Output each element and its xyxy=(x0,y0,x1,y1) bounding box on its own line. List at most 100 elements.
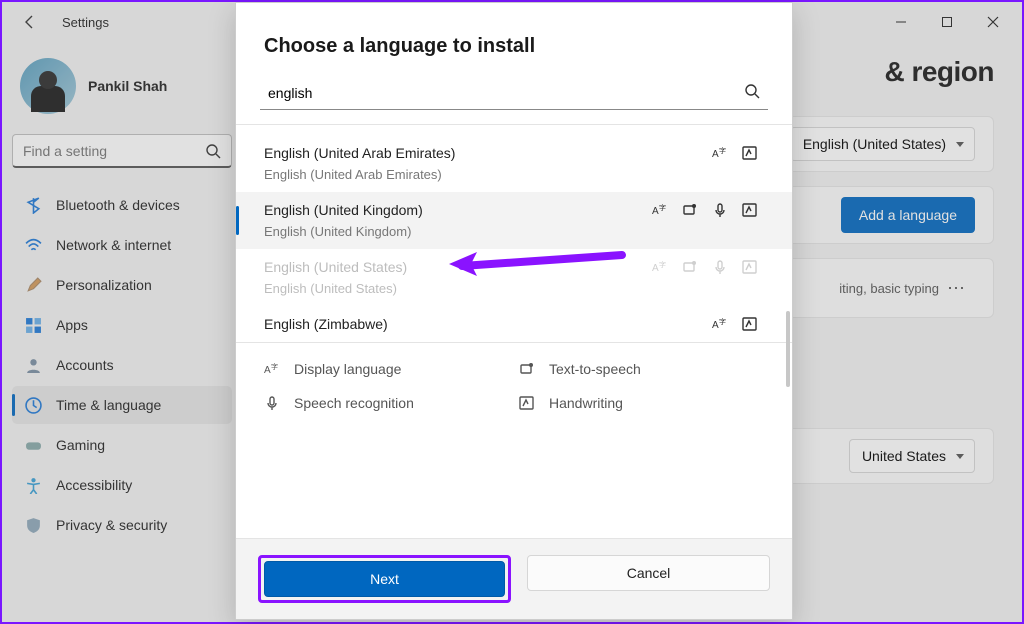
sidebar-item-label: Accounts xyxy=(56,357,114,373)
avatar xyxy=(20,58,76,114)
sidebar-item-bluetooth[interactable]: Bluetooth & devices xyxy=(12,186,232,224)
settings-search-input[interactable] xyxy=(23,143,205,159)
legend-label: Display language xyxy=(294,361,401,377)
language-name: English (United Kingdom) xyxy=(264,202,423,218)
svg-text:字: 字 xyxy=(659,260,666,269)
language-search[interactable] xyxy=(260,76,768,110)
svg-text:A: A xyxy=(652,206,659,217)
region-value: United States xyxy=(862,448,946,464)
text-to-speech-icon xyxy=(519,361,535,377)
svg-text:A: A xyxy=(712,149,719,160)
search-icon xyxy=(205,143,221,159)
search-icon xyxy=(744,83,760,102)
display-language-icon: A字 xyxy=(264,361,280,377)
language-pack-hint: iting, basic typing xyxy=(839,281,939,296)
svg-text:A: A xyxy=(264,365,271,376)
more-options-button[interactable]: ⋯ xyxy=(939,278,975,299)
sidebar-item-apps[interactable]: Apps xyxy=(12,306,232,344)
sidebar-item-gaming[interactable]: Gaming xyxy=(12,426,232,464)
display-language-dropdown[interactable]: English (United States) xyxy=(790,127,975,161)
language-search-input[interactable] xyxy=(268,85,744,101)
sidebar-item-network[interactable]: Network & internet xyxy=(12,226,232,264)
sidebar-item-label: Personalization xyxy=(56,277,152,293)
handwriting-icon xyxy=(742,202,758,218)
back-button[interactable] xyxy=(16,8,44,36)
handwriting-icon xyxy=(519,395,535,411)
svg-text:字: 字 xyxy=(719,317,726,326)
sidebar-item-privacy[interactable]: Privacy & security xyxy=(12,506,232,544)
speech-recognition-icon xyxy=(712,202,728,218)
paintbrush-icon xyxy=(24,276,42,294)
sidebar-item-label: Time & language xyxy=(56,397,161,413)
region-dropdown[interactable]: United States xyxy=(849,439,975,473)
display-language-value: English (United States) xyxy=(803,136,946,152)
legend-label: Handwriting xyxy=(549,395,623,411)
language-row[interactable]: English (Zimbabwe) A字 xyxy=(236,306,792,342)
language-row: English (United States) English (United … xyxy=(236,249,792,306)
text-to-speech-icon xyxy=(682,202,698,218)
display-language-icon: A字 xyxy=(712,145,728,161)
cancel-button[interactable]: Cancel xyxy=(527,555,770,591)
language-name: English (Zimbabwe) xyxy=(264,316,388,332)
gamepad-icon xyxy=(24,436,42,454)
language-list[interactable]: English (United Arab Emirates) English (… xyxy=(236,125,792,342)
handwriting-icon xyxy=(742,259,758,275)
svg-text:字: 字 xyxy=(271,362,278,371)
language-name: English (United States) xyxy=(264,259,407,275)
window-title: Settings xyxy=(62,15,109,30)
sidebar-item-label: Bluetooth & devices xyxy=(56,197,180,213)
sidebar-item-accessibility[interactable]: Accessibility xyxy=(12,466,232,504)
display-language-icon: A字 xyxy=(652,259,668,275)
sidebar-item-label: Network & internet xyxy=(56,237,171,253)
profile-name: Pankil Shah xyxy=(88,78,167,94)
legend-label: Text-to-speech xyxy=(549,361,641,377)
speech-recognition-icon xyxy=(712,259,728,275)
minimize-icon xyxy=(895,16,907,28)
language-native: English (United Arab Emirates) xyxy=(264,167,455,182)
person-icon xyxy=(24,356,42,374)
next-button-highlight: Next xyxy=(258,555,511,603)
next-button[interactable]: Next xyxy=(264,561,505,597)
sidebar-item-personalization[interactable]: Personalization xyxy=(12,266,232,304)
settings-search[interactable] xyxy=(12,134,232,168)
sidebar-item-label: Privacy & security xyxy=(56,517,167,533)
text-to-speech-icon xyxy=(682,259,698,275)
sidebar: Pankil Shah Bluetooth & devices Network … xyxy=(2,42,240,622)
display-language-icon: A字 xyxy=(652,202,668,218)
legend-label: Speech recognition xyxy=(294,395,414,411)
wifi-icon xyxy=(24,236,42,254)
sidebar-item-time-language[interactable]: Time & language xyxy=(12,386,232,424)
svg-text:字: 字 xyxy=(659,203,666,212)
bluetooth-icon xyxy=(24,196,42,214)
accessibility-icon xyxy=(24,476,42,494)
minimize-button[interactable] xyxy=(878,2,924,42)
sidebar-item-label: Accessibility xyxy=(56,477,132,493)
apps-icon xyxy=(24,316,42,334)
handwriting-icon xyxy=(742,145,758,161)
close-icon xyxy=(987,16,999,28)
arrow-left-icon xyxy=(22,14,38,30)
svg-text:字: 字 xyxy=(719,146,726,155)
dialog-footer: Next Cancel xyxy=(236,538,792,619)
feature-legend: A字 Display language Text-to-speech Speech… xyxy=(236,343,792,421)
add-language-button[interactable]: Add a language xyxy=(841,197,975,233)
shield-icon xyxy=(24,516,42,534)
language-native: English (United States) xyxy=(264,281,407,296)
dialog-title: Choose a language to install xyxy=(236,3,792,76)
speech-recognition-icon xyxy=(264,395,280,411)
close-button[interactable] xyxy=(970,2,1016,42)
language-row[interactable]: English (United Arab Emirates) English (… xyxy=(236,135,792,192)
svg-text:A: A xyxy=(652,263,659,274)
globe-clock-icon xyxy=(24,396,42,414)
language-row[interactable]: English (United Kingdom) English (United… xyxy=(236,192,792,249)
sidebar-item-label: Apps xyxy=(56,317,88,333)
maximize-button[interactable] xyxy=(924,2,970,42)
maximize-icon xyxy=(941,16,953,28)
sidebar-item-accounts[interactable]: Accounts xyxy=(12,346,232,384)
language-scrollbar[interactable] xyxy=(786,311,790,387)
display-language-icon: A字 xyxy=(712,316,728,332)
choose-language-dialog: Choose a language to install English (Un… xyxy=(235,2,793,620)
language-name: English (United Arab Emirates) xyxy=(264,145,455,161)
profile-block[interactable]: Pankil Shah xyxy=(12,52,232,130)
handwriting-icon xyxy=(742,316,758,332)
